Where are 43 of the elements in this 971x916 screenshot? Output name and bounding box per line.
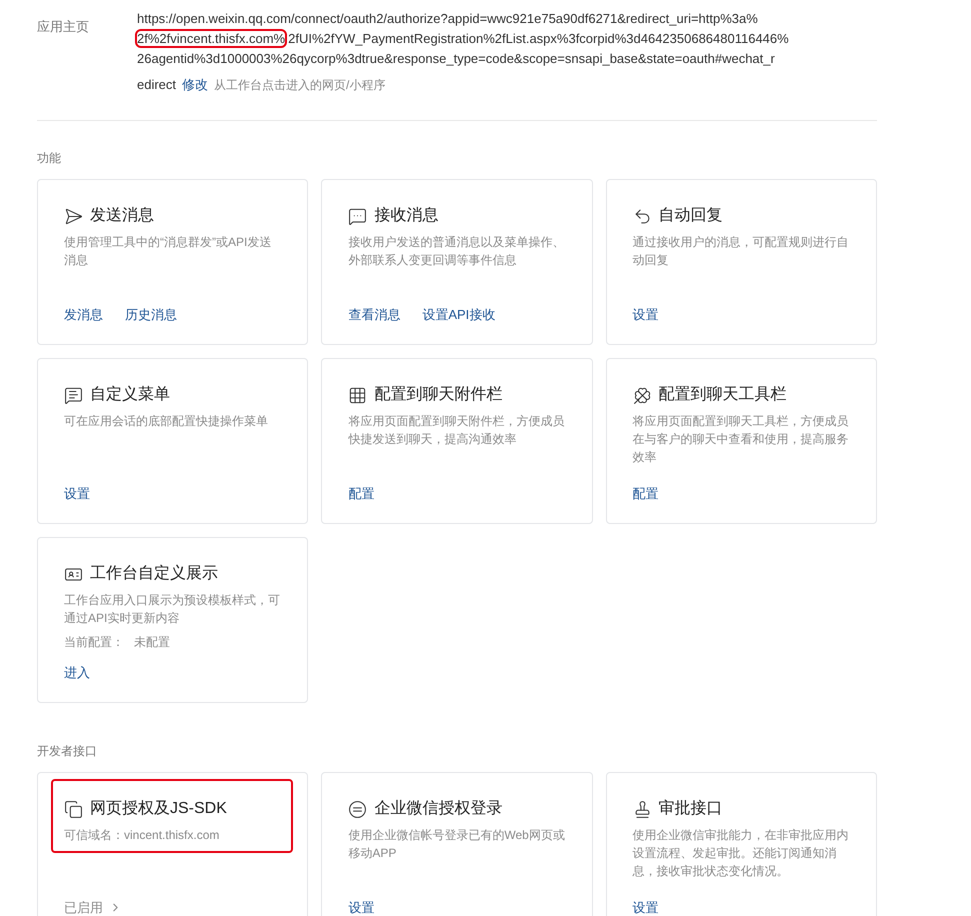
card-title: 审批接口 [658, 798, 723, 819]
config-label: 当前配置： [64, 634, 124, 651]
card-description: 使用企业微信帐号登录已有的Web网页或移动APP [348, 827, 566, 862]
section-title: 开发者接口 [37, 743, 98, 760]
action-link[interactable]: 进入 [64, 662, 90, 682]
card-title: 自定义菜单 [90, 384, 170, 405]
card-title: 自动回复 [658, 206, 723, 226]
url-text: 26agentid%3d1000003%26qycorp%3dtrue&response_type=code&scope=snsapi_base&state=oauth#wechat_r [137, 51, 775, 66]
action-link[interactable]: 设置 [632, 898, 659, 916]
card-title: 接收消息 [374, 206, 438, 226]
action-link[interactable]: 设置API接收 [422, 304, 496, 324]
action-link[interactable]: 查看消息 [348, 304, 400, 324]
card-description: 将应用页面配置到聊天工具栏，方便成员在与客户的聊天中查看和使用，提高服务效率 [632, 413, 850, 466]
edit-link[interactable]: 修改 [182, 75, 208, 95]
card-title: 工作台自定义展示 [90, 564, 218, 584]
action-link[interactable]: 配置 [348, 484, 374, 503]
card-description: 使用管理工具中的“消息群发”或API发送消息 [64, 234, 272, 269]
action-link[interactable]: 设置 [632, 304, 659, 324]
card-title: 发送消息 [90, 206, 154, 226]
card-description: 通过接收用户的消息，可配置规则进行自动回复 [632, 234, 850, 269]
action-link[interactable]: 设置 [64, 484, 90, 503]
card-title: 配置到聊天工具栏 [658, 385, 787, 405]
url-text: edirect [137, 76, 176, 94]
card-description: 可在应用会话的底部配置快捷操作菜单 [64, 413, 269, 430]
card-description: 接收用户发送的普通消息以及菜单操作、外部联系人变更回调等事件信息 [348, 234, 566, 269]
action-link[interactable]: 历史消息 [125, 304, 177, 324]
field-label: 应用主页 [37, 18, 90, 36]
card-title: 配置到聊天附件栏 [374, 385, 502, 405]
url-text: 2fUI%2fYW_PaymentRegistration%2fList.aspx%3fcorpid%3d4642350686480116446% [288, 31, 789, 46]
card-description: 可信域名：vincent.thisfx.com [64, 827, 220, 844]
url-text: https://open.weixin.qq.com/connect/oauth2/authorize?appid=wwc921e75a90df6271&redirect_uri=http%3a% [137, 11, 758, 26]
action-link[interactable]: 设置 [348, 898, 374, 916]
action-link[interactable]: 发消息 [64, 304, 103, 324]
highlighted-url-text: 2f%2fvincent.thisfx.com% [137, 31, 286, 46]
card-description: 使用企业微信审批能力，在非审批应用内设置流程、发起审批。还能订阅通知消息，接收审批状态变化情况。 [632, 827, 850, 880]
config-value: 未配置 [134, 634, 170, 651]
action-link[interactable]: 配置 [632, 484, 659, 503]
card-title: 企业微信授权登录 [374, 798, 502, 819]
card-title: 网页授权及JS-SDK [90, 799, 227, 819]
hint-text: 从工作台点击进入的网页/小程序 [214, 77, 386, 94]
card-description: 工作台应用入口展示为预设模板样式，可通过API实时更新内容 [64, 592, 281, 627]
card-description: 将应用页面配置到聊天附件栏，方便成员快捷发送到聊天，提高沟通效率 [348, 413, 566, 448]
section-title: 功能 [37, 150, 62, 167]
